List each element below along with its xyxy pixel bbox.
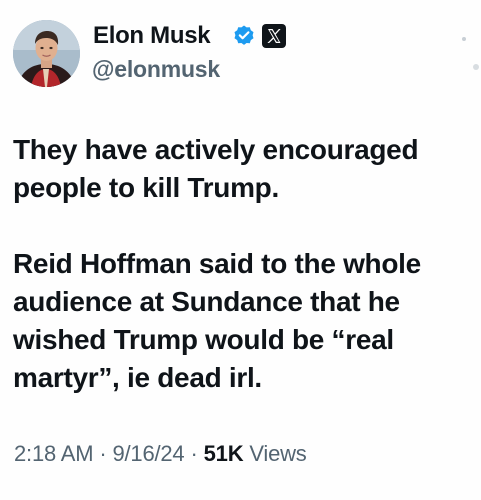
tweet-time[interactable]: 2:18 AM [14,441,94,466]
tweet-meta: 2:18 AM · 9/16/24 · 51K Views [14,441,307,467]
meta-separator: · [99,441,107,466]
avatar[interactable] [13,20,80,87]
more-options-icon[interactable] [462,37,478,41]
tweet-paragraph: They have actively encouraged people to … [13,134,419,203]
more-dot [462,37,466,41]
meta-separator: · [190,441,198,466]
author-handle[interactable]: @elonmusk [92,56,220,83]
more-options-dot-icon [473,64,479,70]
tweet-paragraph: Reid Hoffman said to the whole audience … [13,248,421,393]
verified-badge-icon [232,24,256,48]
author-display-name[interactable]: Elon Musk [93,22,211,50]
tweet-card: Elon Musk @elonmusk They have actively e… [0,0,481,500]
views-label: Views [249,441,307,466]
views-count: 51K [203,441,244,466]
avatar-image [13,20,80,87]
tweet-date[interactable]: 9/16/24 [112,441,184,466]
tweet-text: They have actively encouraged people to … [13,131,475,397]
x-logo-icon [262,24,286,48]
